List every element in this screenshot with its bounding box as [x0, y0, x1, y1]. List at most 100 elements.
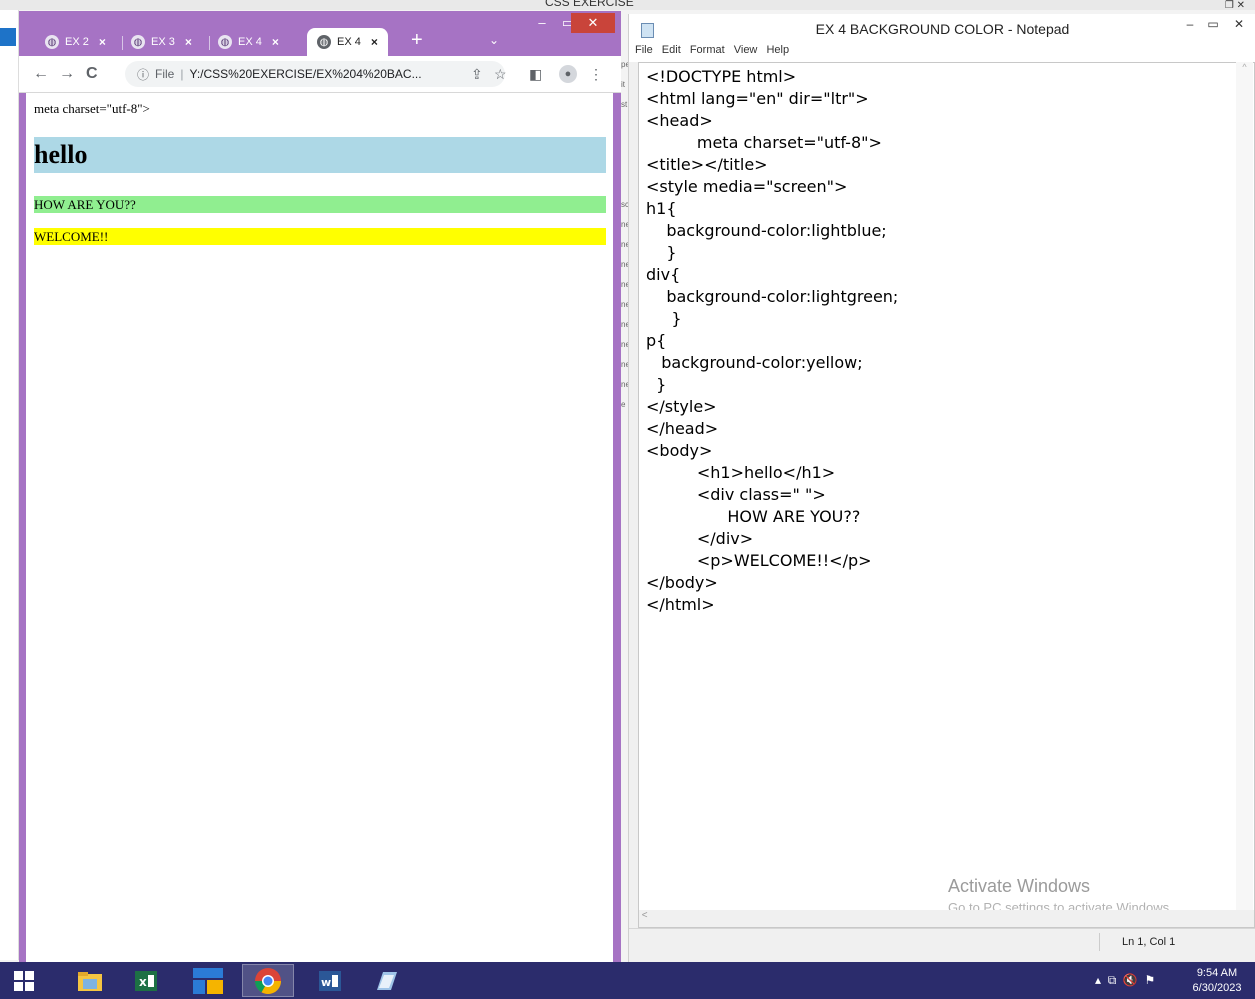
clock-date: 6/30/2023: [1192, 982, 1242, 994]
tab-label: EX 2: [65, 36, 89, 48]
notepad-text-area[interactable]: <!DOCTYPE html> <html lang="en" dir="ltr…: [638, 62, 1255, 912]
word-icon: w: [319, 970, 341, 991]
code-line: </style>: [646, 397, 717, 416]
code-line: background-color:yellow;: [646, 353, 863, 372]
svg-text:x: x: [139, 975, 147, 989]
notepad-titlebar: EX 4 BACKGROUND COLOR - Notepad – ▭ ✕: [629, 14, 1255, 44]
new-tab-button[interactable]: +: [411, 30, 423, 50]
code-line: <h1>hello</h1>: [646, 463, 836, 482]
tab-separator: [122, 36, 123, 50]
menu-format[interactable]: Format: [690, 44, 725, 56]
forward-arrow-icon[interactable]: →: [59, 65, 75, 83]
tab-close-icon[interactable]: ×: [185, 35, 192, 49]
tab-ex4[interactable]: ◍ EX 4 ×: [218, 28, 279, 56]
tab-label: EX 4: [238, 36, 262, 48]
url-text[interactable]: Y:/CSS%20EXERCISE/EX%204%20BAC...: [189, 67, 421, 81]
code-line: meta charset="utf-8">: [646, 133, 882, 152]
code-line: }: [646, 243, 677, 262]
security-label: File: [155, 67, 175, 81]
share-icon[interactable]: ⇪: [471, 66, 483, 83]
chrome-window: ◍ EX 2 × ◍ EX 3 × ◍ EX 4 × ◍ EX 4 × + ⌄ …: [19, 11, 621, 972]
bookmark-star-icon[interactable]: ☆: [494, 66, 507, 83]
word-taskbar-button[interactable]: w: [304, 964, 356, 997]
code-line: </head>: [646, 419, 719, 438]
menu-help[interactable]: Help: [766, 44, 789, 56]
svg-text:w: w: [321, 976, 331, 989]
web-page-viewport: meta charset="utf-8"> hello HOW ARE YOU?…: [26, 93, 613, 963]
menu-file[interactable]: File: [635, 44, 653, 56]
tab-label: EX 4: [337, 36, 361, 48]
activate-windows-watermark: Activate Windows: [948, 876, 1091, 896]
notepad-window: EX 4 BACKGROUND COLOR - Notepad – ▭ ✕ Fi…: [628, 14, 1255, 962]
notepad-close-button[interactable]: ✕: [1227, 14, 1251, 34]
tab-ex3[interactable]: ◍ EX 3 ×: [131, 28, 192, 56]
profile-avatar[interactable]: ●: [559, 65, 577, 83]
code-line: </html>: [646, 595, 715, 614]
notepad-minimize-button[interactable]: –: [1178, 14, 1202, 34]
notepad-menubar: File Edit Format View Help: [629, 44, 1255, 62]
side-panel-icon[interactable]: ◧: [529, 66, 542, 83]
code-line: }: [646, 309, 682, 328]
menu-view[interactable]: View: [734, 44, 758, 56]
globe-icon: ◍: [317, 35, 331, 49]
code-line: </div>: [646, 529, 754, 548]
vertical-scrollbar[interactable]: ^: [1236, 62, 1253, 910]
tab-ex2[interactable]: ◍ EX 2 ×: [45, 28, 106, 56]
info-icon[interactable]: ⓘ: [137, 66, 149, 83]
windows-taskbar: x w ▴ ⧉ 🔇 ⚑ 9:54 AM 6/30/2023: [0, 962, 1255, 999]
system-tray-icons[interactable]: ▴ ⧉ 🔇 ⚑: [1095, 973, 1155, 988]
tab-strip: ◍ EX 2 × ◍ EX 3 × ◍ EX 4 × ◍ EX 4 × + ⌄ …: [19, 11, 621, 56]
reload-icon[interactable]: C: [86, 65, 98, 83]
code-line: div{: [646, 265, 681, 284]
app-tiles-icon: [193, 967, 223, 994]
code-line: <title></title>: [646, 155, 768, 174]
folder-icon: [78, 971, 102, 991]
notepad-maximize-button[interactable]: ▭: [1201, 14, 1225, 34]
address-divider: |: [180, 67, 184, 81]
cursor-position: Ln 1, Col 1: [1099, 933, 1242, 951]
chrome-icon: [254, 967, 282, 994]
code-line: <style media="screen">: [646, 177, 848, 196]
code-line: background-color:lightblue;: [646, 221, 887, 240]
excel-taskbar-button[interactable]: x: [120, 964, 172, 997]
chrome-taskbar-button[interactable]: [242, 964, 294, 997]
close-window-button[interactable]: ✕: [571, 13, 615, 33]
tab-close-icon[interactable]: ×: [371, 35, 378, 49]
code-line: p{: [646, 331, 667, 350]
minimize-button[interactable]: –: [529, 13, 555, 33]
globe-icon: ◍: [218, 35, 232, 49]
page-div-how-are-you: HOW ARE YOU??: [34, 196, 606, 213]
page-meta-text: meta charset="utf-8">: [34, 101, 150, 116]
taskbar-clock[interactable]: 9:54 AM 6/30/2023: [1183, 966, 1251, 996]
globe-icon: ◍: [45, 35, 59, 49]
file-explorer-taskbar-button[interactable]: [64, 964, 116, 997]
notepad-title: EX 4 BACKGROUND COLOR - Notepad: [815, 21, 1070, 37]
code-line: <p>WELCOME!!</p>: [646, 551, 872, 570]
clock-time: 9:54 AM: [1196, 967, 1238, 979]
tab-search-button[interactable]: ⌄: [489, 33, 499, 47]
menu-kebab-icon[interactable]: ⋮: [589, 66, 603, 83]
background-window-left-panel: [0, 10, 19, 960]
address-bar[interactable]: ⓘ File | Y:/CSS%20EXERCISE/EX%204%20BAC.…: [125, 61, 505, 87]
code-line: h1{: [646, 199, 677, 218]
globe-icon: ◍: [131, 35, 145, 49]
code-line: </body>: [646, 573, 718, 592]
tab-close-icon[interactable]: ×: [99, 35, 106, 49]
background-window-title: CSS EXERCISE: [545, 0, 634, 9]
tab-close-icon[interactable]: ×: [272, 35, 279, 49]
app-taskbar-button[interactable]: [182, 964, 234, 997]
code-line: <div class=" ">: [646, 485, 826, 504]
back-arrow-icon[interactable]: ←: [33, 65, 49, 83]
code-line: background-color:lightgreen;: [646, 287, 899, 306]
notepad-taskbar-button[interactable]: [360, 964, 412, 997]
menu-edit[interactable]: Edit: [662, 44, 681, 56]
background-window-controls[interactable]: ❐ ✕: [1225, 0, 1245, 11]
notepad-icon: [377, 971, 397, 990]
horizontal-scrollbar[interactable]: <: [638, 910, 1255, 928]
tab-separator: [209, 36, 210, 50]
code-line: <html lang="en" dir="ltr">: [646, 89, 869, 108]
notepad-statusbar: Ln 1, Col 1: [629, 928, 1255, 955]
tab-ex4-active[interactable]: ◍ EX 4 ×: [307, 28, 388, 56]
code-line: <!DOCTYPE html>: [646, 67, 797, 86]
windows-start-icon[interactable]: [14, 971, 34, 991]
